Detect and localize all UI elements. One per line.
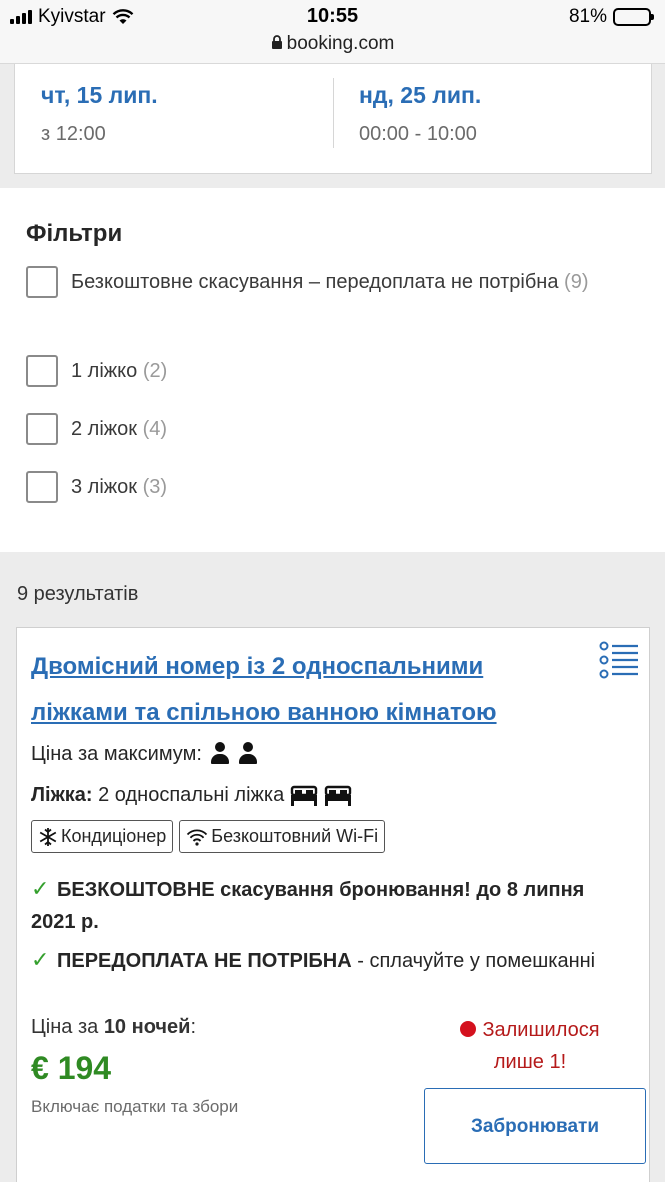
amenity-label: Кондиціонер (61, 826, 167, 846)
filter-count: (2) (142, 360, 168, 382)
room-card: Двомісний номер із 2 односпальними ліжка… (16, 627, 650, 1182)
price-nights: 10 ночей (103, 1016, 191, 1038)
checkin-time: з 12:00 (41, 123, 106, 145)
results-count: 9 результатів (17, 583, 139, 605)
checkout[interactable]: нд, 25 лип. 00:00 - 10:00 (359, 82, 481, 146)
amenity-air-conditioning: Кондиціонер (31, 820, 174, 853)
filters-title: Фільтри (26, 220, 123, 247)
book-button[interactable]: Забронювати (424, 1088, 646, 1164)
room-title-link[interactable]: Двомісний номер із 2 односпальними ліжка… (31, 644, 571, 736)
urgency-line-2: лише 1! (493, 1051, 567, 1073)
filter-label: 2 ліжок (4) (71, 413, 591, 445)
filter-3-beds[interactable]: 3 ліжок (3) (26, 471, 591, 503)
taxes-note: Включає податки та збори (31, 1097, 239, 1116)
checkbox[interactable] (26, 413, 58, 445)
person-icon (238, 742, 258, 766)
max-occupancy-label: Ціна за максимум: (31, 742, 202, 765)
filter-text: 2 ліжок (71, 418, 138, 440)
dates-section: чт, 15 лип. з 12:00 нд, 25 лип. 00:00 - … (0, 64, 665, 188)
price-value: € 194 (31, 1050, 112, 1086)
urgency-message: Залишилося лише 1! (445, 1014, 615, 1078)
prepay-bold-text: ПЕРЕДОПЛАТА НЕ ПОТРІБНА (57, 950, 352, 972)
cancellation-text: БЕЗКОШТОВНЕ скасування бронювання! до 8 … (31, 879, 585, 933)
filter-1-bed[interactable]: 1 ліжко (2) (26, 355, 591, 387)
checkin-date: чт, 15 лип. (41, 82, 158, 108)
filter-label: 1 ліжко (2) (71, 355, 591, 387)
person-icon (210, 742, 230, 766)
filter-count: (9) (564, 271, 589, 293)
amenity-label: Безкоштовний Wi-Fi (211, 826, 379, 846)
checkout-date: нд, 25 лип. (359, 82, 482, 108)
amenity-tags: Кондиціонер Безкоштовний Wi-Fi (31, 820, 386, 853)
bed-icon (291, 785, 318, 806)
checkout-time: 00:00 - 10:00 (359, 123, 477, 145)
filter-label: Безкоштовне скасування – передоплата не … (71, 266, 591, 298)
battery-percent: 81% (568, 6, 607, 27)
lock-icon (271, 35, 282, 49)
battery-icon (613, 8, 654, 26)
dates-divider (333, 78, 334, 148)
price-suffix: : (190, 1016, 197, 1038)
prepay-rest-text: - сплачуйте у помешканні (351, 950, 596, 972)
beds-label: Ліжка: (31, 784, 93, 806)
url-text: booking.com (286, 33, 395, 54)
filters-panel: Фільтри Безкоштовне скасування – передоп… (0, 188, 665, 552)
checkbox[interactable] (26, 266, 58, 298)
filter-label: 3 ліжок (3) (71, 471, 591, 503)
filter-text: 3 ліжок (71, 476, 138, 498)
filter-count: (4) (142, 418, 168, 440)
red-dot-icon (460, 1021, 477, 1037)
checkmark-icon: ✓ (31, 947, 50, 972)
checkmark-icon: ✓ (31, 876, 50, 901)
wifi-icon (187, 828, 208, 846)
checkbox[interactable] (26, 355, 58, 387)
no-prepayment-note: ✓ ПЕРЕДОПЛАТА НЕ ПОТРІБНА - сплачуйте у п… (31, 944, 621, 977)
urgency-line-1: Залишилося (482, 1019, 600, 1041)
list-details-icon[interactable] (599, 640, 639, 680)
guest-icons (202, 742, 258, 766)
bed-icon (325, 785, 352, 806)
filter-2-beds[interactable]: 2 ліжок (4) (26, 413, 591, 445)
address-bar[interactable]: booking.com (0, 33, 665, 55)
beds-info: Ліжка: 2 односпальні ліжка (31, 784, 352, 807)
amenity-wifi: Безкоштовний Wi-Fi (179, 820, 386, 853)
filter-count: (3) (142, 476, 168, 498)
snowflake-icon (39, 827, 57, 846)
checkin[interactable]: чт, 15 лип. з 12:00 (41, 82, 158, 146)
price-label: Ціна за 10 ночей: (31, 1016, 196, 1039)
status-bar: Kyivstar 10:55 booking.com 81% (0, 0, 665, 64)
max-occupancy: Ціна за максимум: (31, 742, 258, 766)
filter-text: 1 ліжко (71, 360, 138, 382)
beds-value: 2 односпальні ліжка (98, 784, 285, 806)
dates-card[interactable]: чт, 15 лип. з 12:00 нд, 25 лип. 00:00 - … (14, 64, 652, 174)
clock: 10:55 (306, 5, 359, 27)
free-cancellation-note: ✓ БЕЗКОШТОВНЕ скасування бронювання! до 8… (31, 873, 621, 938)
price-prefix: Ціна за (31, 1016, 104, 1038)
checkbox[interactable] (26, 471, 58, 503)
filter-text: Безкоштовне скасування – передоплата не … (71, 271, 559, 293)
battery-group: 81% (568, 6, 654, 28)
filter-free-cancellation[interactable]: Безкоштовне скасування – передоплата не … (26, 266, 591, 298)
